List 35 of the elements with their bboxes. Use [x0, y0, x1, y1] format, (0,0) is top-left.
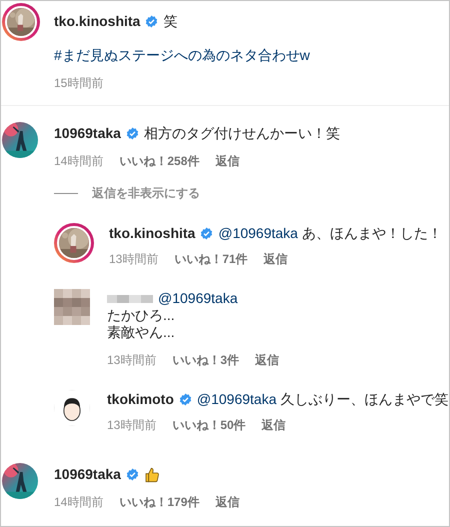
thumbs-up-icon: [144, 466, 160, 482]
comment-text: 相方のタグ付けせんかーい！笑: [144, 125, 340, 142]
comment-text: @10969taka あ、ほんまや！した！: [218, 225, 442, 242]
likes-link[interactable]: いいね！50件: [172, 418, 246, 433]
comment-time: 14時間前: [54, 495, 104, 510]
comment-text: @10969taka 久しぶりー、ほんまやで笑: [196, 391, 448, 408]
comment-text: 素敵やん...: [107, 324, 175, 341]
likes-link[interactable]: いいね！3件: [172, 353, 240, 368]
mention-link[interactable]: @10969taka: [218, 225, 298, 241]
comment-time: 13時間前: [107, 353, 156, 368]
hide-replies-link[interactable]: 返信を非表示にする: [92, 185, 200, 202]
username[interactable]: tkokimoto: [107, 391, 174, 408]
mention-link[interactable]: @10969taka: [158, 290, 238, 307]
reply-link[interactable]: 返信: [255, 353, 280, 368]
username[interactable]: 10969taka: [54, 466, 121, 483]
hashtag-link[interactable]: #まだ見ぬステージへの為のネタ合わせw: [54, 46, 310, 64]
post-time: 15時間前: [54, 76, 104, 91]
reply-link[interactable]: 返信: [264, 252, 288, 267]
username[interactable]: tko.kinoshita: [54, 13, 140, 30]
likes-link[interactable]: いいね！179件: [119, 495, 200, 510]
comment-time: 14時間前: [54, 154, 104, 169]
username[interactable]: 10969taka: [54, 125, 121, 142]
likes-link[interactable]: いいね！71件: [174, 252, 248, 267]
reply-link[interactable]: 返信: [215, 154, 240, 169]
comment-time: 13時間前: [109, 252, 158, 267]
reply-link[interactable]: 返信: [215, 495, 240, 510]
story-ring[interactable]: [54, 223, 94, 263]
username[interactable]: tko.kinoshita: [109, 225, 196, 242]
mention-link[interactable]: @10969taka: [196, 391, 276, 407]
reply-link[interactable]: 返信: [262, 418, 286, 433]
comment-text: たかひろ...: [107, 307, 175, 324]
likes-link[interactable]: いいね！258件: [119, 154, 200, 169]
story-ring[interactable]: [2, 3, 40, 41]
comment-time: 13時間前: [107, 418, 156, 433]
post-text: 笑: [163, 13, 178, 30]
